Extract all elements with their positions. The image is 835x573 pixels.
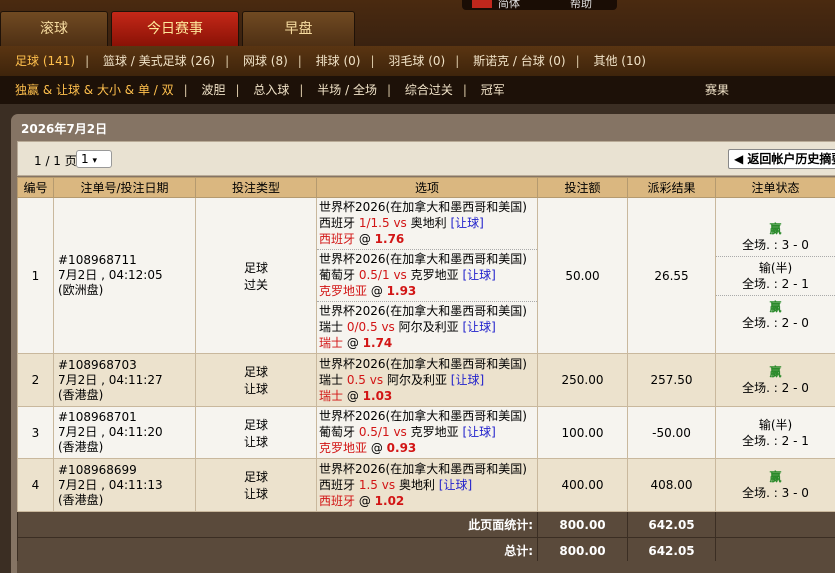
- status-leg: 赢全场. : 3 - 0: [716, 218, 835, 257]
- status-leg: 赢全场. : 2 - 0: [742, 299, 809, 330]
- selection-cell: 世界杯2026(在加拿大和墨西哥和美国) 葡萄牙 0.5/1 vs 克罗地亚 […: [316, 406, 538, 459]
- bet-history-table: 编号 注单号/投注日期 投注类型 选项 投注额 派彩结果 注单状态 1 #108…: [17, 177, 835, 564]
- flag-icon: [472, 0, 492, 8]
- status-cell: 输(半) 全场. : 2 - 1: [715, 406, 835, 459]
- page-total-row: 此页面统计: 800.00 642.05: [17, 511, 835, 538]
- total-label: 总计:: [17, 537, 538, 564]
- status-cell: 赢全场. : 3 - 0: [715, 458, 835, 512]
- tab-today[interactable]: 今日赛事: [111, 11, 239, 46]
- sport-basketball[interactable]: 篮球 / 美式足球 (26): [103, 46, 215, 76]
- total-result: 642.05: [627, 511, 716, 538]
- result-cell: 26.55: [627, 197, 716, 354]
- selection-cell: 世界杯2026(在加拿大和墨西哥和美国) 西班牙 1.5 vs 奥地利 [让球]…: [316, 458, 538, 512]
- col-header: 选项: [316, 177, 538, 198]
- bettype-total-goals[interactable]: 总入球: [253, 76, 289, 104]
- bet-type-cell: 足球 让球: [195, 406, 317, 459]
- ticket-cell: #108968711 7月2日 , 04:12:05 (欧洲盘): [53, 197, 196, 354]
- top-right-menu: 简体 帮助: [462, 0, 617, 10]
- bettype-main[interactable]: 独赢 & 让球 & 大小 & 单 / 双: [15, 76, 174, 104]
- bet-type-cell: 足球 让球: [195, 353, 317, 407]
- ticket-cell: #108968699 7月2日 , 04:11:13 (香港盘): [53, 458, 196, 512]
- result-cell: 257.50: [627, 353, 716, 407]
- ticket-cell: #108968703 7月2日 , 04:11:27 (香港盘): [53, 353, 196, 407]
- selection-leg: 世界杯2026(在加拿大和墨西哥和美国) 葡萄牙 0.5/1 vs 克罗地亚 […: [317, 250, 537, 302]
- status-leg: 输(半) 全场. : 2 - 1: [742, 417, 809, 448]
- grand-total-row: 总计: 800.00 642.05: [17, 537, 835, 564]
- bettype-correct-score[interactable]: 波胆: [202, 76, 226, 104]
- stake-cell: 400.00: [537, 458, 628, 512]
- col-header: 编号: [17, 177, 54, 198]
- pager: 1 / 1 页 1 ▾ ◀ 返回帐户历史摘要: [17, 141, 835, 176]
- selection-cell: 世界杯2026(在加拿大和墨西哥和美国) 瑞士 0.5 vs 阿尔及利亚 [让球…: [316, 353, 538, 407]
- stake-cell: 50.00: [537, 197, 628, 354]
- bettype-half-full[interactable]: 半场 / 全场: [317, 76, 377, 104]
- selection-cell: 世界杯2026(在加拿大和墨西哥和美国) 西班牙 1/1.5 vs 奥地利 [让…: [316, 197, 538, 354]
- language-link[interactable]: 简体: [498, 0, 520, 10]
- bettype-outright[interactable]: 冠军: [481, 76, 505, 104]
- total-label: 此页面统计:: [17, 511, 538, 538]
- ticket-id: #108968711: [58, 253, 137, 267]
- results-link[interactable]: 赛果: [705, 76, 729, 104]
- row-number: 1: [17, 197, 54, 354]
- col-header: 投注类型: [195, 177, 317, 198]
- total-stake: 800.00: [537, 537, 628, 564]
- result-cell: -50.00: [627, 406, 716, 459]
- odds-type: (欧洲盘): [58, 283, 104, 297]
- stake-cell: 250.00: [537, 353, 628, 407]
- total-stake: 800.00: [537, 511, 628, 538]
- selection-leg: 世界杯2026(在加拿大和墨西哥和美国) 瑞士 0/0.5 vs 阿尔及利亚 […: [319, 304, 527, 350]
- col-header: 注单号/投注日期: [53, 177, 196, 198]
- bettype-parlay[interactable]: 综合过关: [405, 76, 453, 104]
- tab-early[interactable]: 早盘: [242, 11, 355, 46]
- help-link[interactable]: 帮助: [570, 0, 592, 10]
- table-row: 2 #108968703 7月2日 , 04:11:27 (香港盘) 足球 让球 世界…: [17, 353, 835, 407]
- total-result: 642.05: [627, 537, 716, 564]
- table-row: 4 #108968699 7月2日 , 04:11:13 (香港盘) 足球 让球 世界…: [17, 458, 835, 512]
- selection-leg: 世界杯2026(在加拿大和墨西哥和美国) 西班牙 1.5 vs 奥地利 [让球]…: [319, 461, 527, 508]
- bet-type-cell: 足球 让球: [195, 458, 317, 512]
- status-cell: 赢全场. : 3 - 0 输(半) 全场. : 2 - 1 赢全场. : 2 - …: [715, 197, 835, 354]
- table-header: 编号 注单号/投注日期 投注类型 选项 投注额 派彩结果 注单状态: [17, 177, 835, 198]
- table-row: 3 #108968701 7月2日 , 04:11:20 (香港盘) 足球 让球 世界…: [17, 406, 835, 459]
- col-header: 投注额: [537, 177, 628, 198]
- selection-leg: 世界杯2026(在加拿大和墨西哥和美国) 葡萄牙 0.5/1 vs 克罗地亚 […: [319, 409, 527, 455]
- sport-volleyball[interactable]: 排球 (0): [316, 46, 361, 76]
- page-indicator: 1 / 1 页: [34, 154, 77, 168]
- status-cell: 赢全场. : 2 - 0: [715, 353, 835, 407]
- arrow-left-icon: ◀: [734, 152, 744, 166]
- sport-football[interactable]: 足球 (141): [15, 46, 75, 76]
- stake-cell: 100.00: [537, 406, 628, 459]
- bet-type-nav: 独赢 & 让球 & 大小 & 单 / 双 | 波胆 | 总入球 | 半场 / 全场 | …: [0, 76, 835, 104]
- panel-title: 2026年7月2日: [21, 122, 108, 136]
- sport-badminton[interactable]: 羽毛球 (0): [388, 46, 445, 76]
- row-number: 4: [17, 458, 54, 512]
- table-row: 1 #108968711 7月2日 , 04:12:05 (欧洲盘) 足球 过关 …: [17, 197, 835, 354]
- status-leg: 输(半) 全场. : 2 - 1: [716, 257, 835, 296]
- back-to-summary-button[interactable]: ◀ 返回帐户历史摘要: [728, 149, 835, 169]
- sport-snooker[interactable]: 斯诺克 / 台球 (0): [473, 46, 566, 76]
- result-cell: 408.00: [627, 458, 716, 512]
- bottom-bar: [17, 561, 835, 573]
- bet-date: 7月2日 , 04:12:05: [58, 268, 163, 282]
- sports-nav: 足球 (141) | 篮球 / 美式足球 (26) | 网球 (8) | 排球 (0)…: [0, 46, 835, 76]
- sport-other[interactable]: 其他 (10): [593, 46, 645, 76]
- row-number: 2: [17, 353, 54, 407]
- chevron-down-icon: ▾: [92, 156, 97, 166]
- col-header: 派彩结果: [627, 177, 716, 198]
- status-leg: 赢全场. : 2 - 0: [742, 365, 809, 395]
- tab-live[interactable]: 滚球: [0, 11, 108, 46]
- col-header: 注单状态: [715, 177, 835, 198]
- selection-leg: 世界杯2026(在加拿大和墨西哥和美国) 瑞士 0.5 vs 阿尔及利亚 [让球…: [319, 356, 527, 403]
- status-leg: 赢全场. : 3 - 0: [742, 470, 809, 500]
- sport-tennis[interactable]: 网球 (8): [243, 46, 288, 76]
- ticket-cell: #108968701 7月2日 , 04:11:20 (香港盘): [53, 406, 196, 459]
- page-select[interactable]: 1 ▾: [76, 150, 112, 168]
- bet-type-cell: 足球 过关: [195, 197, 317, 354]
- selection-leg: 世界杯2026(在加拿大和墨西哥和美国) 西班牙 1/1.5 vs 奥地利 [让…: [317, 198, 537, 250]
- top-bar: 滚球 今日赛事 早盘 简体 帮助: [0, 0, 835, 46]
- row-number: 3: [17, 406, 54, 459]
